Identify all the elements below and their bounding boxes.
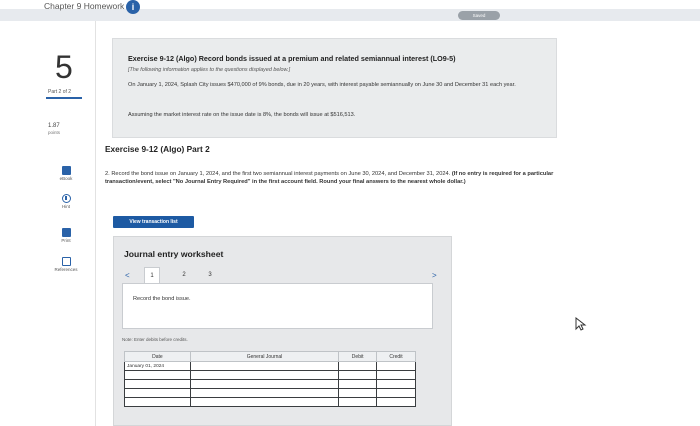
question-text: 2. Record the bond issue on January 1, 2… — [105, 171, 590, 186]
print-icon — [61, 228, 71, 237]
debit-cell[interactable] — [338, 397, 378, 407]
points-value: 1.87 — [48, 123, 60, 129]
question-number: 5 — [55, 49, 73, 85]
date-cell — [124, 379, 191, 389]
column-date: Date — [124, 351, 191, 362]
hint-button[interactable]: Hint — [46, 194, 86, 209]
chevron-left-icon[interactable]: < — [125, 271, 130, 280]
account-cell[interactable] — [189, 361, 340, 371]
column-credit: Credit — [376, 351, 416, 362]
hint-icon — [61, 194, 71, 203]
ebook-button[interactable]: eBook — [46, 166, 86, 181]
debit-cell[interactable] — [338, 361, 378, 371]
exercise-note: [The following information applies to th… — [128, 67, 291, 73]
table-row — [124, 388, 416, 398]
assignment-title: Chapter 9 Homework — [44, 1, 125, 11]
transaction-instruction: Record the bond issue. — [133, 296, 191, 302]
account-cell[interactable] — [189, 379, 340, 389]
info-icon[interactable]: i — [126, 0, 140, 14]
credit-cell[interactable] — [376, 361, 416, 371]
exercise-title: Exercise 9-12 (Algo) Record bonds issued… — [128, 54, 456, 63]
exercise-assumption: Assuming the market interest rate on the… — [128, 112, 356, 118]
debit-cell[interactable] — [338, 388, 378, 398]
debit-cell[interactable] — [338, 379, 378, 389]
mouse-cursor-icon — [575, 317, 587, 331]
account-cell[interactable] — [189, 397, 340, 407]
table-row: January 01, 2024 — [124, 361, 416, 371]
column-general-journal: General Journal — [189, 351, 340, 362]
part-progress-bar — [46, 97, 82, 99]
chevron-right-icon[interactable]: > — [432, 271, 437, 280]
exercise-body: On January 1, 2024, Splash City issues $… — [128, 82, 516, 88]
page-tab-1[interactable]: 1 — [144, 267, 160, 283]
date-cell — [124, 388, 191, 398]
ebook-label: eBook — [59, 176, 73, 181]
journal-entry-worksheet: Journal entry worksheet < 1 2 3 > Record… — [113, 236, 452, 426]
hint-label: Hint — [61, 204, 70, 209]
date-cell: January 01, 2024 — [124, 361, 191, 371]
debit-cell[interactable] — [338, 370, 378, 380]
print-label: Print — [61, 238, 71, 243]
question-main-text: 2. Record the bond issue on January 1, 2… — [105, 171, 451, 177]
references-icon — [61, 257, 71, 266]
date-cell — [124, 397, 191, 407]
account-cell[interactable] — [189, 370, 340, 380]
ebook-icon — [61, 166, 71, 175]
table-row — [124, 397, 416, 407]
credit-cell[interactable] — [376, 397, 416, 407]
page-tab-2[interactable]: 2 — [176, 267, 192, 283]
table-row — [124, 370, 416, 380]
worksheet-title: Journal entry worksheet — [124, 249, 224, 259]
top-bar: Chapter 9 Homework i Saved — [0, 0, 700, 21]
credit-cell[interactable] — [376, 370, 416, 380]
date-cell — [124, 370, 191, 380]
references-button[interactable]: References — [46, 257, 86, 272]
account-cell[interactable] — [189, 388, 340, 398]
part-heading: Exercise 9-12 (Algo) Part 2 — [105, 144, 210, 154]
journal-table-header: Date General Journal Debit Credit — [124, 351, 416, 362]
journal-table: Date General Journal Debit Credit Januar… — [124, 351, 416, 407]
column-debit: Debit — [338, 351, 378, 362]
view-transaction-list-button[interactable]: View transaction list — [113, 216, 194, 228]
print-button[interactable]: Print — [46, 228, 86, 243]
question-sidebar: 5 Part 2 of 2 1.87 points eBook Hint Pri… — [0, 21, 96, 426]
debit-credit-note: Note: Enter debits before credits. — [122, 337, 188, 342]
part-indicator: Part 2 of 2 — [48, 89, 72, 95]
credit-cell[interactable] — [376, 379, 416, 389]
references-label: References — [54, 267, 78, 272]
page-tab-3[interactable]: 3 — [202, 267, 218, 283]
credit-cell[interactable] — [376, 388, 416, 398]
saved-badge: Saved — [458, 11, 500, 20]
points-label: points — [48, 130, 61, 135]
exercise-info-box: Exercise 9-12 (Algo) Record bonds issued… — [112, 38, 557, 138]
transaction-card: Record the bond issue. — [122, 283, 433, 329]
table-row — [124, 379, 416, 389]
